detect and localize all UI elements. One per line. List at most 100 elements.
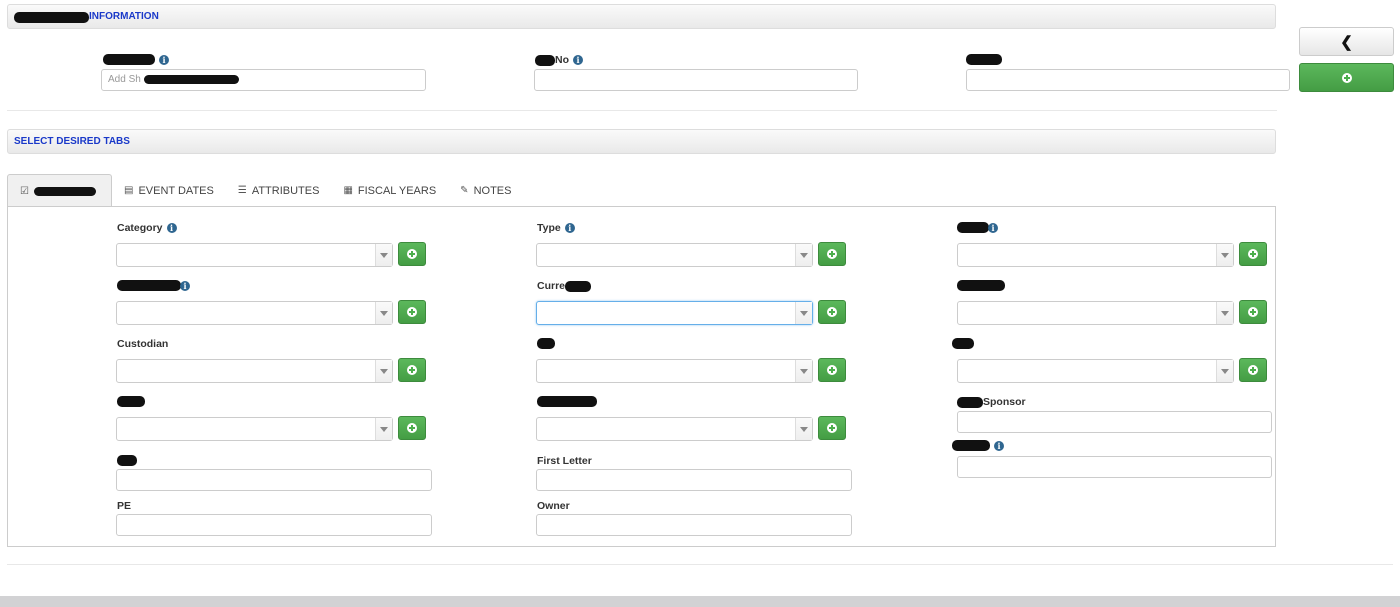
type-label-text: Type xyxy=(537,222,561,234)
redacted-text xyxy=(117,280,181,291)
tab-notes-label: NOTES xyxy=(473,184,512,197)
field-c2r3-select[interactable] xyxy=(536,359,813,383)
chevron-down-icon xyxy=(795,418,812,440)
plus-circle-icon xyxy=(827,365,837,375)
pe-input[interactable] xyxy=(116,514,432,536)
add-button[interactable] xyxy=(1299,63,1394,92)
top-field-1-placeholder: Add Sh xyxy=(108,74,141,85)
info-icon[interactable]: i xyxy=(988,222,998,233)
field-c3r1-select[interactable] xyxy=(957,243,1234,267)
redacted-text xyxy=(952,338,974,349)
field-c3r5-label: i xyxy=(952,440,1004,451)
list-icon: ☰ xyxy=(237,185,247,196)
redacted-text xyxy=(14,11,89,23)
back-button[interactable]: ❮ xyxy=(1299,27,1394,56)
current-label-text: Curre xyxy=(537,280,566,292)
custodian-label-text: Custodian xyxy=(117,338,169,350)
top-field-3-label xyxy=(966,54,1002,65)
field-c1r2-select[interactable] xyxy=(116,301,393,325)
add-field-c1r4-button[interactable] xyxy=(398,416,426,440)
field-c3r3-label xyxy=(952,338,974,349)
current-select[interactable] xyxy=(536,301,813,325)
first-letter-label-text: First Letter xyxy=(537,455,592,467)
field-c3r2-label xyxy=(957,280,1005,291)
info-icon[interactable]: i xyxy=(573,55,583,65)
sponsor-input[interactable] xyxy=(957,411,1272,433)
custodian-select[interactable] xyxy=(116,359,393,383)
category-label-text: Category xyxy=(117,222,163,234)
category-select[interactable] xyxy=(116,243,393,267)
field-c1r4-select[interactable] xyxy=(116,417,393,441)
tab-attributes[interactable]: ☰ ATTRIBUTES xyxy=(226,174,332,207)
field-c3r2-select[interactable] xyxy=(957,301,1234,325)
pe-label: PE xyxy=(117,500,131,512)
add-field-c2r3-button[interactable] xyxy=(818,358,846,382)
info-icon[interactable]: i xyxy=(159,54,169,65)
add-field-c3r2-button[interactable] xyxy=(1239,300,1267,324)
owner-input[interactable] xyxy=(536,514,852,536)
add-custodian-button[interactable] xyxy=(398,358,426,382)
tab-notes[interactable]: ✎ NOTES xyxy=(448,174,523,207)
add-field-c1r2-button[interactable] xyxy=(398,300,426,324)
info-icon[interactable]: i xyxy=(564,223,575,233)
chevron-down-icon xyxy=(375,418,392,440)
type-select[interactable] xyxy=(536,243,813,267)
top-field-1-input[interactable]: Add Sh xyxy=(101,69,426,91)
redacted-text xyxy=(952,440,990,451)
redacted-text xyxy=(103,54,155,65)
field-c2r4-label xyxy=(537,396,597,407)
tab-fiscal-years[interactable]: ▦ FISCAL YEARS xyxy=(331,174,448,207)
redacted-text xyxy=(966,54,1002,65)
chevron-down-icon xyxy=(375,360,392,382)
add-category-button[interactable] xyxy=(398,242,426,266)
field-c3r1-label: i xyxy=(957,222,998,233)
info-icon[interactable]: i xyxy=(994,440,1004,451)
add-current-button[interactable] xyxy=(818,300,846,324)
add-field-c3r1-button[interactable] xyxy=(1239,242,1267,266)
type-label: Type i xyxy=(537,222,575,234)
chevron-down-icon xyxy=(1216,360,1233,382)
info-icon[interactable]: i xyxy=(166,223,177,233)
owner-label: Owner xyxy=(537,500,570,512)
first-letter-label: First Letter xyxy=(537,455,592,467)
top-field-3-input[interactable] xyxy=(966,69,1290,91)
plus-circle-icon xyxy=(407,307,417,317)
tab-fiscal-years-label: FISCAL YEARS xyxy=(357,184,437,197)
add-type-button[interactable] xyxy=(818,242,846,266)
plus-circle-icon xyxy=(1248,365,1258,375)
info-icon[interactable]: i xyxy=(180,280,190,291)
redacted-text xyxy=(537,396,597,407)
field-c1r2-label: i xyxy=(117,280,190,291)
custodian-label: Custodian xyxy=(117,338,168,350)
chevron-left-icon: ❮ xyxy=(1340,33,1353,51)
field-c3r3-select[interactable] xyxy=(957,359,1234,383)
tab-general[interactable]: ☑ xyxy=(7,174,112,207)
field-c1r5-input[interactable] xyxy=(116,469,432,491)
chevron-down-icon xyxy=(795,360,812,382)
information-section-header: INFORMATION xyxy=(7,4,1276,29)
tab-event-dates[interactable]: ▤ EVENT DATES xyxy=(112,174,226,207)
redacted-text xyxy=(957,222,989,233)
tab-attributes-label: ATTRIBUTES xyxy=(251,184,320,197)
footer-bar xyxy=(0,596,1400,607)
first-letter-input[interactable] xyxy=(536,469,852,491)
chevron-down-icon xyxy=(375,302,392,324)
redacted-text xyxy=(535,54,555,66)
field-c1r4-label xyxy=(117,396,145,407)
top-field-2-label: No i xyxy=(535,54,583,66)
pencil-icon: ✎ xyxy=(460,185,469,196)
plus-circle-icon xyxy=(407,365,417,375)
divider xyxy=(7,110,1277,111)
top-field-2-input[interactable] xyxy=(534,69,858,91)
field-c3r5-input[interactable] xyxy=(957,456,1272,478)
redacted-text xyxy=(117,396,145,407)
field-c2r4-select[interactable] xyxy=(536,417,813,441)
sponsor-label-text: Sponsor xyxy=(983,396,1026,408)
chevron-down-icon xyxy=(795,302,812,324)
redacted-text xyxy=(117,455,137,466)
plus-circle-icon xyxy=(407,249,417,259)
add-field-c2r4-button[interactable] xyxy=(818,416,846,440)
current-label: Curre xyxy=(537,280,592,292)
redacted-text xyxy=(33,186,96,196)
add-field-c3r3-button[interactable] xyxy=(1239,358,1267,382)
